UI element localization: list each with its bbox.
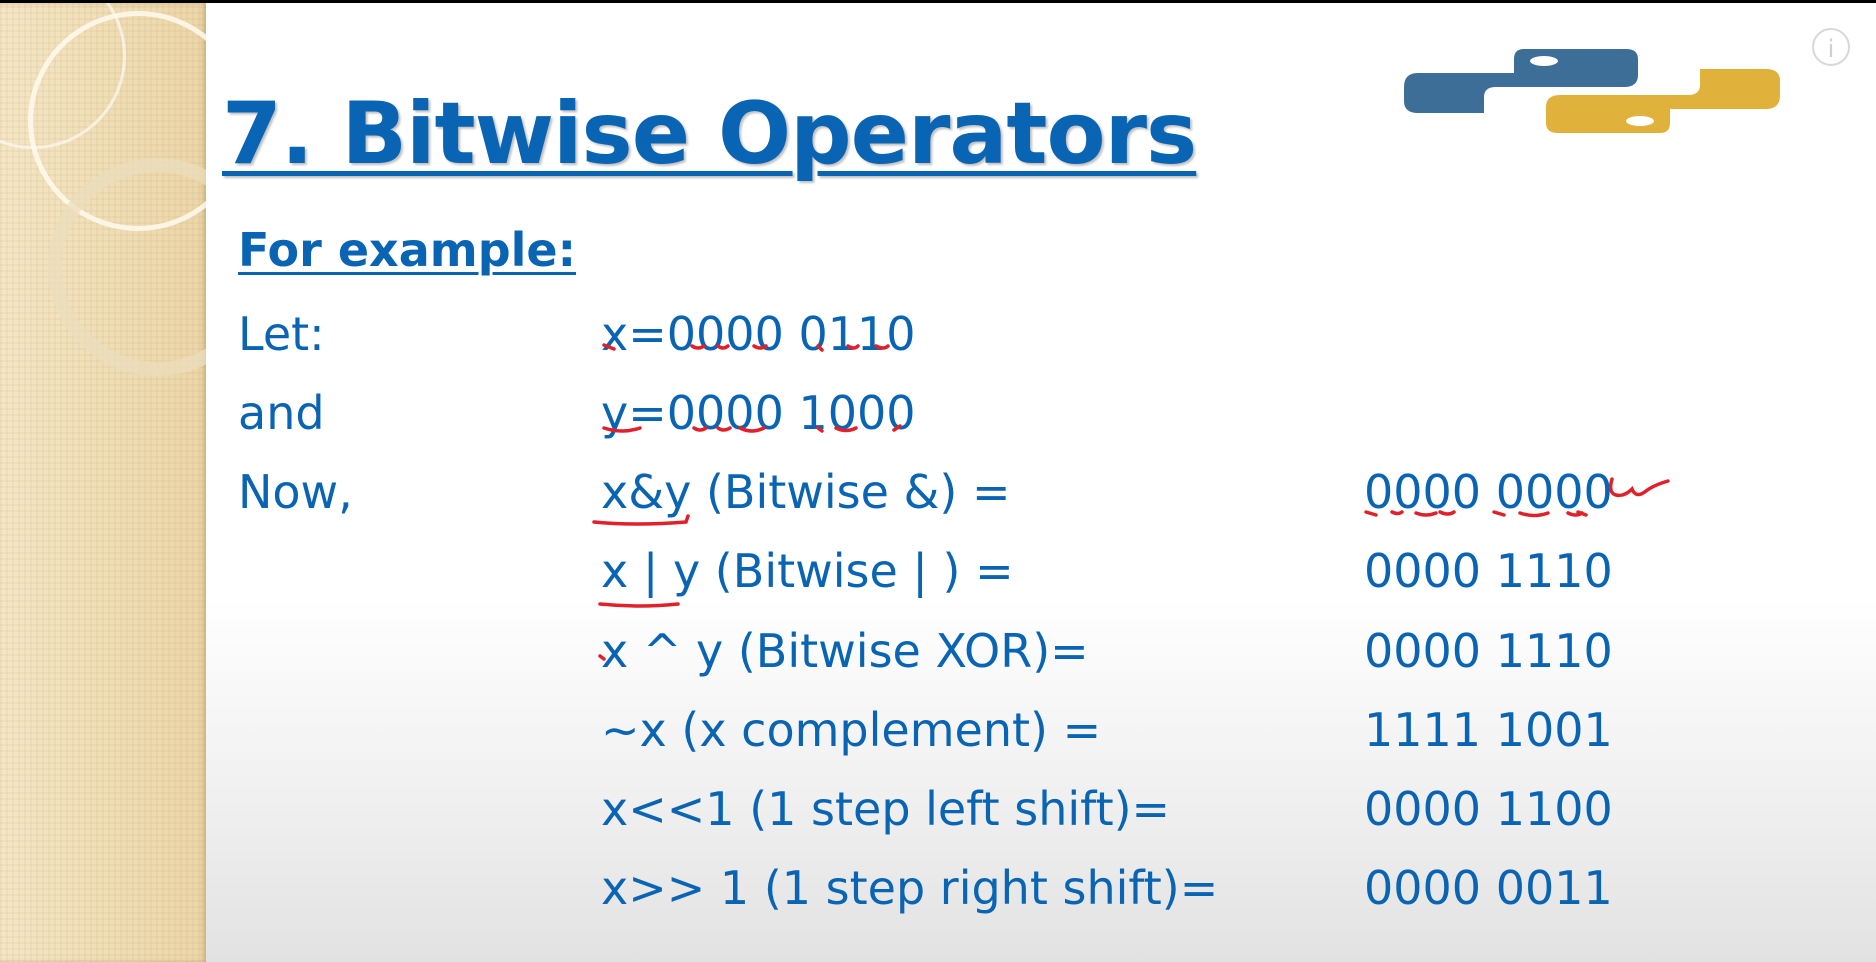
expression-text: x>> 1 (1 step right shift)= [601,861,1219,915]
result-value: 0000 1110 [1364,544,1613,598]
result-value: 1111 1001 [1364,703,1613,757]
info-icon[interactable]: i [1812,28,1850,66]
expression-text: y=0000 1000 [601,386,916,440]
decorative-side-panel [0,3,206,962]
result-value: 0000 0000 [1364,465,1613,519]
slide-title: 7. Bitwise Operators [222,84,1197,184]
expression-text: x<<1 (1 step left shift)= [601,782,1171,836]
subheading: For example: [238,223,576,277]
result-value: 0000 0011 [1364,861,1613,915]
row-label: Now, [238,465,353,519]
python-logo-icon [1404,49,1780,133]
expression-text: x | y (Bitwise | ) = [601,544,1014,598]
expression-text: ~x (x complement) = [601,703,1102,757]
presentation-slide: 7. Bitwise Operators For example: Let: a… [0,3,1876,962]
video-frame: 7. Bitwise Operators For example: Let: a… [0,0,1876,962]
result-value: 0000 1100 [1364,782,1613,836]
row-label: and [238,386,325,440]
expression-text: x&y (Bitwise &) = [601,465,1011,519]
expression-text: x=0000 0110 [601,307,916,361]
row-label: Let: [238,307,325,361]
result-value: 0000 1110 [1364,624,1613,678]
expression-text: x ^ y (Bitwise XOR)= [601,624,1089,678]
